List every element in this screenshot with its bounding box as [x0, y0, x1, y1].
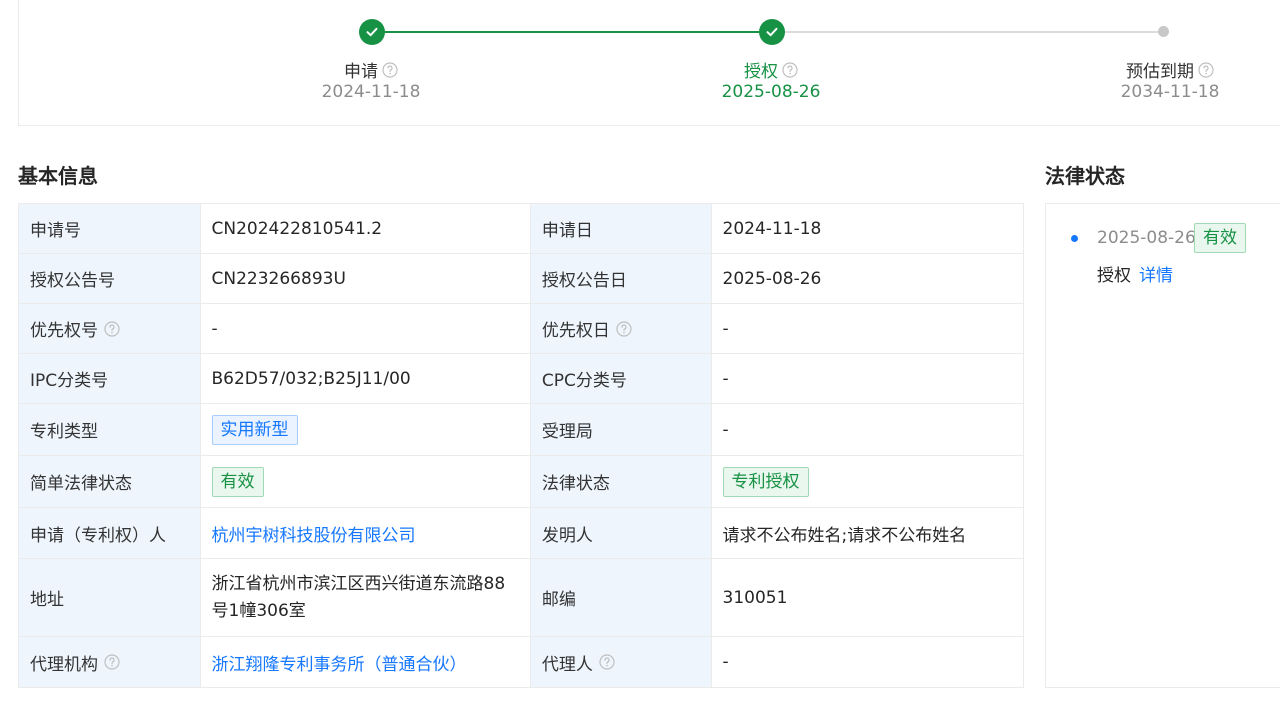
timeline-step-label: 预估到期	[1126, 62, 1194, 82]
priority-number-label-cell: 优先权号	[18, 303, 201, 354]
grant-publication-number: CN223266893U	[199, 253, 531, 304]
timeline-step-date: 2034-11-18	[1120, 82, 1220, 102]
question-circle-icon[interactable]	[616, 320, 632, 337]
timeline-step-grant: 授权	[744, 57, 798, 82]
legal-event-name: 授权	[1097, 266, 1131, 286]
table-row: IPC分类号 B62D57/032;B25J11/00 CPC分类号 -	[18, 353, 1025, 404]
priority-date-label-cell: 优先权日	[529, 303, 712, 354]
cpc-classification: -	[710, 353, 1025, 404]
table-row: 授权公告号 CN223266893U 授权公告日 2025-08-26	[18, 253, 1025, 304]
field-label: 授权公告日	[529, 253, 712, 304]
receiving-office: -	[710, 403, 1025, 456]
table-row: 优先权号 - 优先权日 -	[18, 303, 1025, 354]
table-row: 代理机构 浙江翔隆专利事务所（普通合伙） 代理人 -	[18, 636, 1025, 688]
application-number: CN202422810541.2	[199, 203, 531, 254]
question-circle-icon[interactable]	[104, 320, 120, 337]
field-label: 申请号	[18, 203, 201, 254]
timeline-step-apply: 申请	[344, 57, 398, 82]
field-label: 专利类型	[18, 403, 201, 456]
field-label: 优先权日	[541, 321, 610, 341]
field-label: 法律状态	[529, 455, 712, 508]
inventor: 请求不公布姓名;请求不公布姓名	[710, 507, 1025, 559]
field-label: 简单法律状态	[18, 455, 201, 508]
table-row: 地址 浙江省杭州市滨江区西兴街道东流路88号1幢306室 邮编 310051	[18, 558, 1025, 637]
field-label: 代理机构	[30, 654, 98, 675]
applicant-link[interactable]: 杭州宇树科技股份有限公司	[212, 526, 416, 546]
application-date: 2024-11-18	[710, 203, 1025, 254]
table-row: 专利类型 实用新型 受理局 -	[18, 403, 1025, 456]
question-circle-icon[interactable]	[1198, 61, 1214, 78]
field-label: 申请（专利权）人	[18, 507, 201, 559]
basic-info-table: 申请号 CN202422810541.2 申请日 2024-11-18 授权公告…	[18, 203, 1025, 688]
patent-type-cell: 实用新型	[199, 403, 531, 456]
patent-timeline	[18, 0, 1280, 126]
agent: -	[710, 636, 1025, 688]
timeline-step-grant-check-icon	[759, 19, 785, 45]
question-circle-icon[interactable]	[382, 61, 398, 78]
postal-code: 310051	[710, 558, 1025, 637]
ipc-classification: B62D57/032;B25J11/00	[199, 353, 531, 404]
field-label: 发明人	[529, 507, 712, 559]
status-badge: 专利授权	[722, 466, 809, 497]
timeline-track-pending	[772, 31, 1164, 33]
legal-status-panel: 2025-08-26 有效 授权 详情	[1045, 203, 1280, 688]
applicant-cell: 杭州宇树科技股份有限公司	[199, 507, 531, 559]
question-circle-icon[interactable]	[782, 61, 798, 78]
timeline-step-expiry: 预估到期	[1126, 57, 1214, 82]
details-link[interactable]: 详情	[1139, 261, 1173, 286]
timeline-step-date: 2025-08-26	[721, 82, 821, 102]
field-label: CPC分类号	[529, 353, 712, 404]
status-badge: 有效	[211, 466, 264, 497]
field-label: 代理人	[541, 654, 593, 675]
status-badge: 有效	[1194, 223, 1246, 253]
question-circle-icon[interactable]	[104, 654, 120, 670]
timeline-dot-icon	[1071, 235, 1078, 242]
field-label: 申请日	[529, 203, 712, 254]
grant-publication-date: 2025-08-26	[710, 253, 1025, 304]
timeline-step-apply-check-icon	[359, 19, 385, 45]
timeline-step-date: 2024-11-18	[321, 82, 421, 102]
timeline-step-label: 申请	[344, 62, 378, 82]
table-row: 申请（专利权）人 杭州宇树科技股份有限公司 发明人 请求不公布姓名;请求不公布姓…	[18, 507, 1025, 559]
field-label: 优先权号	[30, 321, 98, 341]
legal-event: 授权 详情	[1097, 261, 1173, 286]
timeline-step-expiry-dot-icon	[1158, 26, 1169, 37]
field-label: 邮编	[529, 558, 712, 637]
field-label: IPC分类号	[18, 353, 201, 404]
legal-status-title: 法律状态	[1045, 164, 1125, 188]
simple-legal-status-cell: 有效	[199, 455, 531, 508]
legal-event-date: 2025-08-26	[1097, 228, 1196, 248]
agent-label-cell: 代理人	[529, 636, 712, 688]
agency-label-cell: 代理机构	[18, 636, 201, 688]
field-label: 地址	[18, 558, 201, 637]
basic-info-title: 基本信息	[18, 164, 98, 188]
agency-cell: 浙江翔隆专利事务所（普通合伙）	[199, 636, 531, 688]
address: 浙江省杭州市滨江区西兴街道东流路88号1幢306室	[199, 558, 531, 637]
timeline-track-done	[372, 31, 772, 33]
patent-type-tag: 实用新型	[211, 414, 298, 445]
table-row: 申请号 CN202422810541.2 申请日 2024-11-18	[18, 203, 1025, 254]
agency-link[interactable]: 浙江翔隆专利事务所（普通合伙）	[212, 655, 467, 675]
question-circle-icon[interactable]	[599, 654, 615, 670]
field-label: 受理局	[529, 403, 712, 456]
field-label: 授权公告号	[18, 253, 201, 304]
table-row: 简单法律状态 有效 法律状态 专利授权	[18, 455, 1025, 508]
priority-number: -	[199, 303, 531, 354]
priority-date: -	[710, 303, 1025, 354]
legal-status-cell: 专利授权	[710, 455, 1025, 508]
timeline-step-label: 授权	[744, 62, 778, 82]
